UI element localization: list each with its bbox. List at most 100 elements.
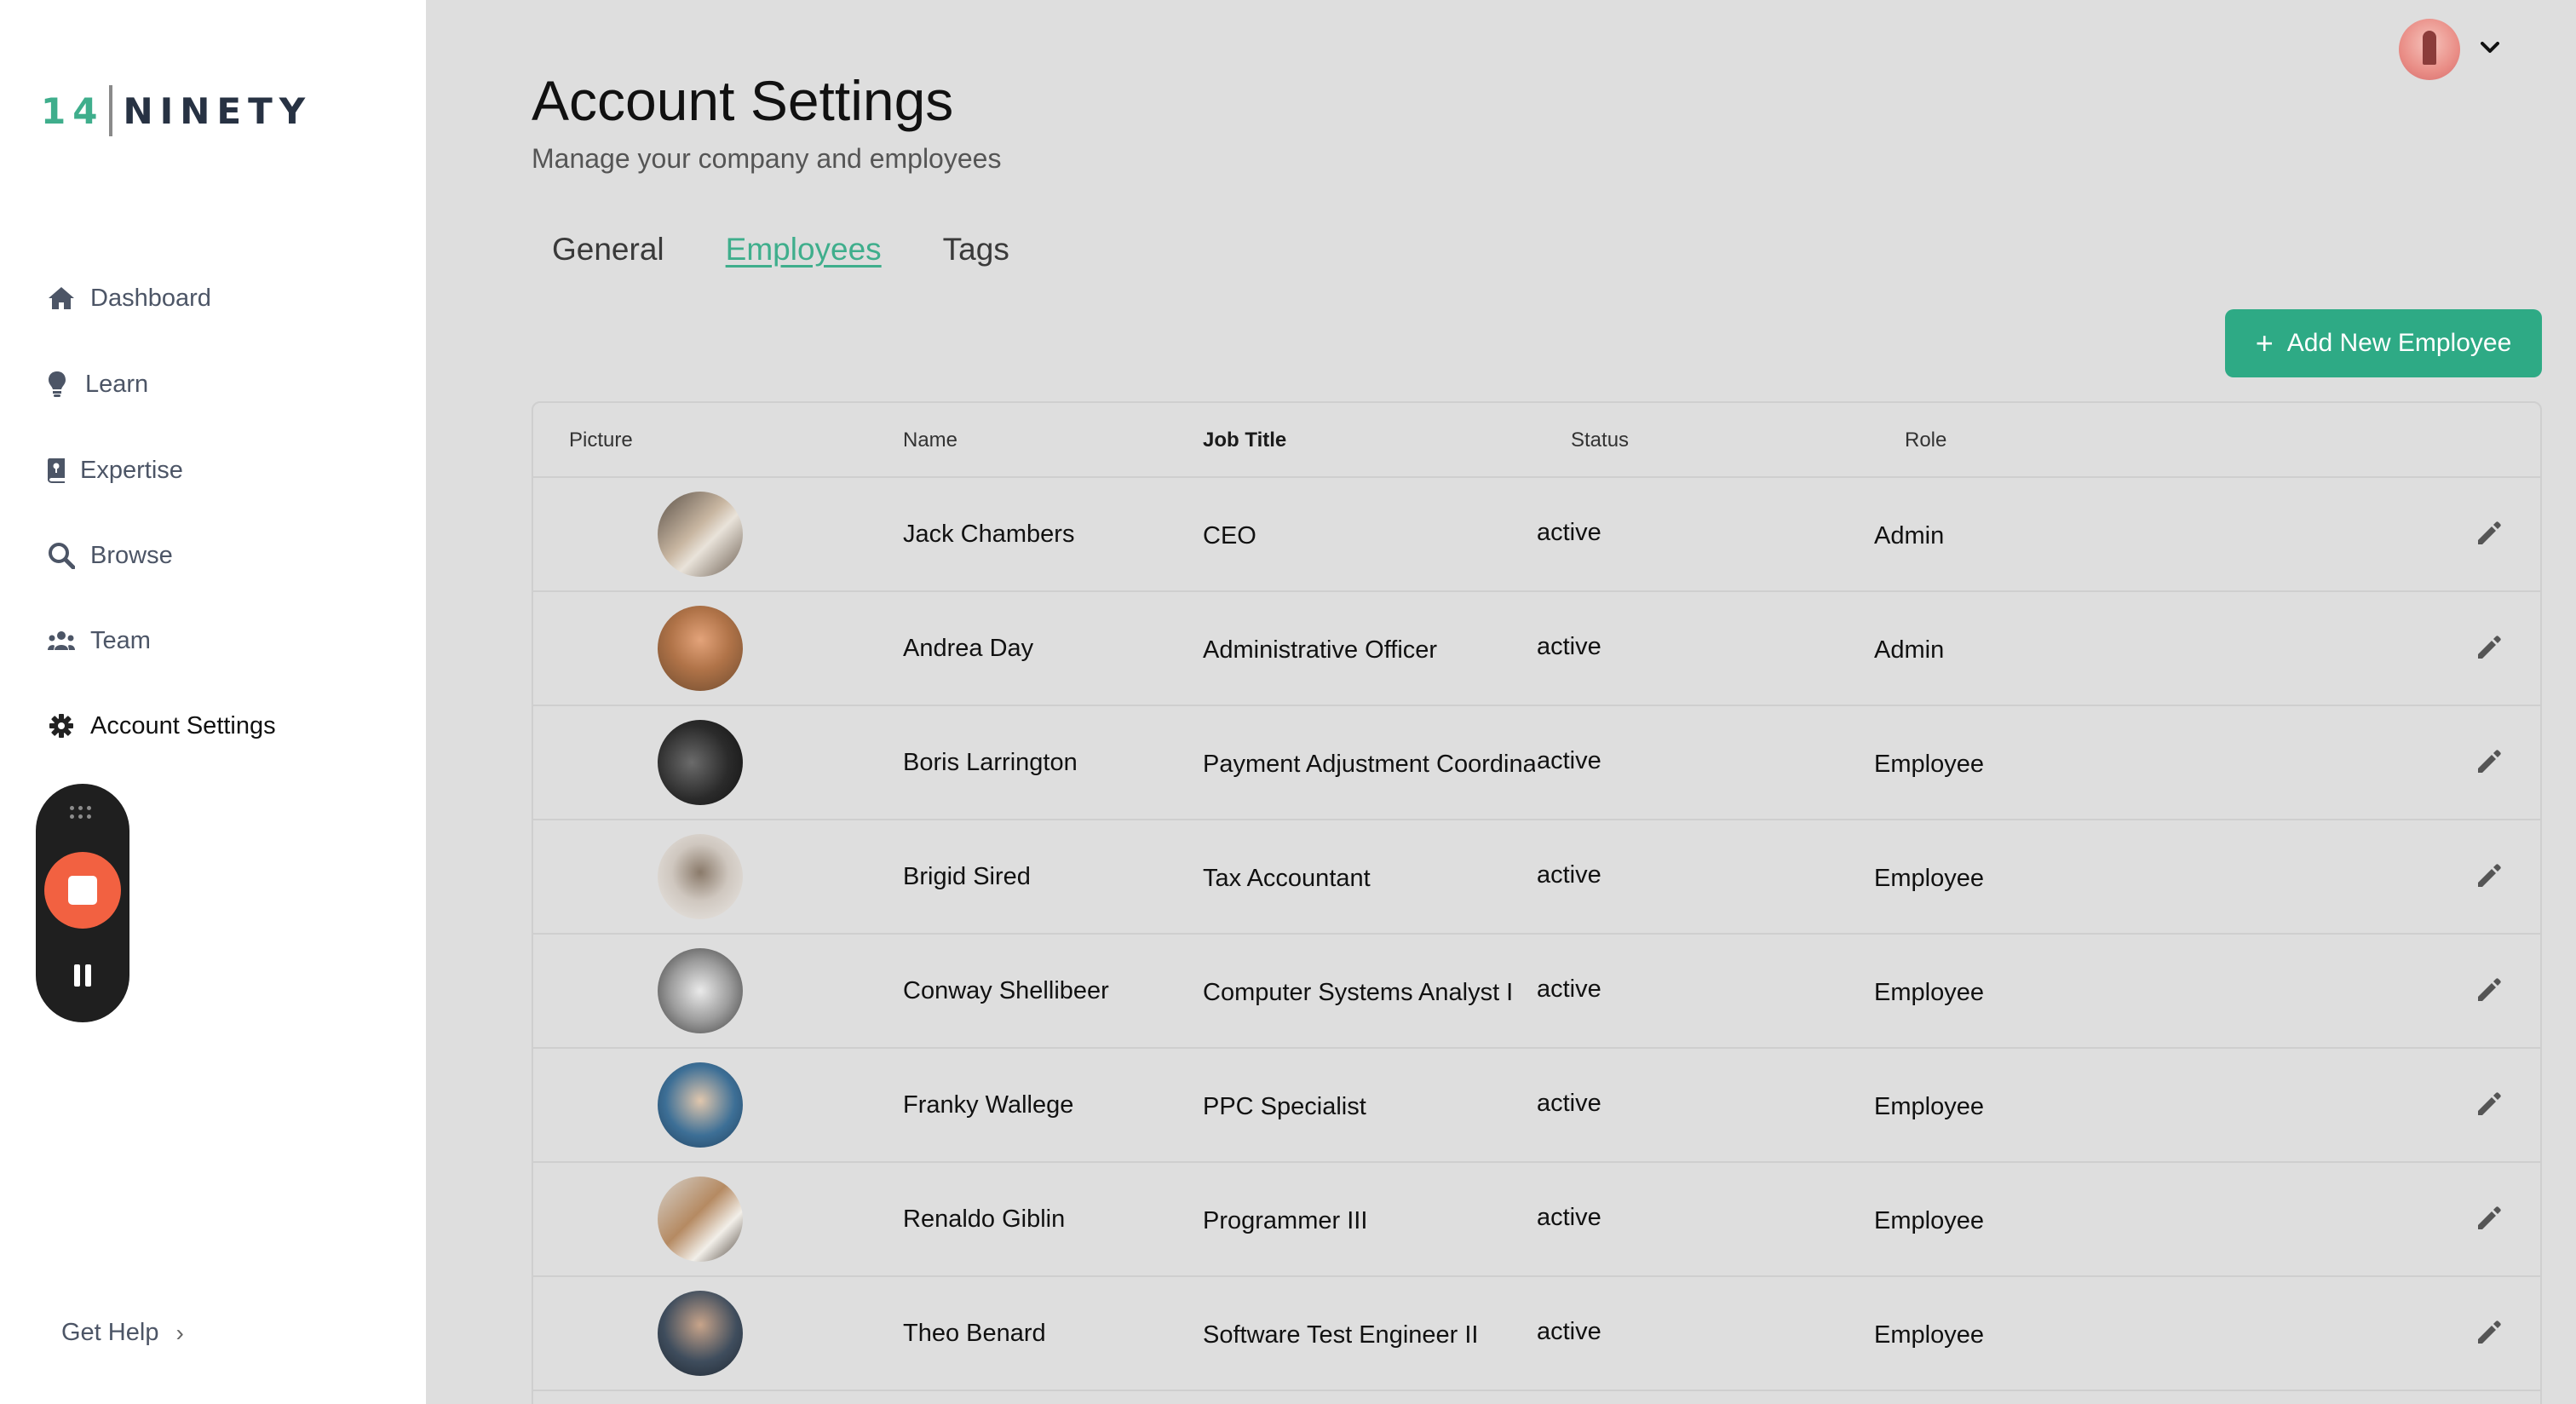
- column-header-picture[interactable]: Picture: [569, 429, 633, 452]
- table-row[interactable]: Renaldo Giblin Programmer III active Employ…: [533, 1163, 2540, 1277]
- sidebar-item-label: Team: [90, 626, 151, 654]
- add-new-employee-label: Add New Employee: [2286, 329, 2512, 357]
- employees-table: Picture Name Job Title Status Role Jack …: [532, 401, 2542, 1404]
- logo-number: 14: [41, 89, 105, 132]
- drag-handle-icon[interactable]: [70, 806, 95, 821]
- table-row[interactable]: Jack Chambers CEO active Admin: [533, 478, 2540, 592]
- column-header-name[interactable]: Name: [903, 429, 957, 452]
- sidebar: 14 NINETY Dashboard Learn Expertise Brow…: [0, 0, 426, 1404]
- column-header-role[interactable]: Role: [1905, 429, 1946, 452]
- employee-name: Franky Wallege: [903, 1091, 1074, 1119]
- employee-status: active: [1537, 975, 1601, 1003]
- edit-icon[interactable]: [2474, 975, 2503, 1004]
- table-row[interactable]: Franky Wallege PPC Specialist active Employ…: [533, 1049, 2540, 1163]
- sidebar-item-browse[interactable]: Browse: [46, 534, 173, 577]
- employee-role: Employee: [1874, 1093, 1984, 1120]
- sidebar-item-label: Expertise: [80, 456, 183, 484]
- stop-icon: [68, 876, 97, 905]
- logo[interactable]: 14 NINETY: [41, 85, 312, 136]
- edit-icon[interactable]: [2474, 633, 2503, 662]
- sidebar-item-team[interactable]: Team: [46, 619, 151, 662]
- employee-job-title: Tax Accountant: [1203, 865, 1371, 892]
- logo-divider: [109, 85, 113, 136]
- sidebar-item-label: Dashboard: [90, 284, 211, 312]
- employee-name: Renaldo Giblin: [903, 1205, 1066, 1233]
- chevron-right-icon: ›: [175, 1319, 184, 1346]
- employee-role: Employee: [1874, 865, 1984, 892]
- search-icon: [46, 540, 77, 571]
- employee-avatar: [658, 948, 743, 1033]
- pause-button[interactable]: [70, 964, 95, 990]
- table-row[interactable]: Andrea Day Administrative Officer active Ad…: [533, 592, 2540, 706]
- recorder-widget: [36, 784, 129, 1022]
- employee-avatar: [658, 606, 743, 691]
- lightbulb-icon: [46, 369, 68, 400]
- pause-icon: [74, 964, 80, 987]
- edit-icon[interactable]: [2474, 747, 2503, 776]
- get-help-label: Get Help: [61, 1319, 159, 1346]
- employee-job-title: Programmer III: [1203, 1207, 1368, 1234]
- plus-icon: +: [2255, 325, 2274, 360]
- edit-icon[interactable]: [2474, 519, 2503, 548]
- employee-role: Employee: [1874, 1321, 1984, 1349]
- settings-tabs: General Employees Tags: [552, 232, 1009, 268]
- tab-employees[interactable]: Employees: [726, 232, 882, 268]
- employee-avatar: [658, 720, 743, 805]
- employee-role: Employee: [1874, 979, 1984, 1006]
- employee-avatar: [658, 1291, 743, 1376]
- table-row[interactable]: Brigid Sired Tax Accountant active Employee: [533, 820, 2540, 935]
- sidebar-item-account-settings[interactable]: Account Settings: [46, 705, 276, 747]
- add-new-employee-button[interactable]: + Add New Employee: [2225, 309, 2542, 377]
- page-subtitle: Manage your company and employees: [532, 143, 1002, 174]
- tab-general[interactable]: General: [552, 232, 664, 268]
- user-menu[interactable]: [2399, 19, 2499, 80]
- employee-name: Conway Shellibeer: [903, 977, 1109, 1004]
- employee-role: Admin: [1874, 522, 1945, 550]
- sidebar-item-dashboard[interactable]: Dashboard: [46, 277, 211, 319]
- table-row[interactable]: Boris Larrington Payment Adjustment Coord…: [533, 706, 2540, 820]
- edit-icon[interactable]: [2474, 1090, 2503, 1119]
- edit-icon[interactable]: [2474, 1318, 2503, 1347]
- users-icon: [46, 625, 77, 656]
- employee-job-title: Payment Adjustment Coordinator: [1203, 751, 1535, 778]
- chevron-down-icon: [2481, 41, 2499, 58]
- employee-role: Employee: [1874, 1207, 1984, 1234]
- employee-name: Theo Benard: [903, 1320, 1046, 1347]
- sidebar-item-label: Learn: [85, 370, 149, 398]
- employee-job-title: Software Test Engineer II: [1203, 1321, 1479, 1349]
- employee-job-title: CEO: [1203, 522, 1256, 550]
- book-icon: [46, 455, 68, 486]
- gear-icon: [46, 711, 77, 741]
- employee-role: Employee: [1874, 751, 1984, 778]
- edit-icon[interactable]: [2474, 861, 2503, 890]
- logo-word: NINETY: [123, 89, 313, 132]
- employee-job-title: Computer Systems Analyst I: [1203, 979, 1514, 1006]
- table-row[interactable]: Conway Shellibeer Computer Systems Analys…: [533, 935, 2540, 1049]
- employee-name: Jack Chambers: [903, 521, 1075, 548]
- user-avatar: [2399, 19, 2460, 80]
- get-help-link[interactable]: Get Help ›: [61, 1319, 184, 1347]
- column-header-job-title[interactable]: Job Title: [1203, 429, 1286, 452]
- employee-status: active: [1537, 1318, 1601, 1345]
- tab-tags[interactable]: Tags: [943, 232, 1009, 268]
- employee-status: active: [1537, 747, 1601, 774]
- sidebar-item-learn[interactable]: Learn: [46, 363, 148, 406]
- employee-status: active: [1537, 1204, 1601, 1231]
- employee-avatar: [658, 1177, 743, 1262]
- employee-avatar: [658, 1062, 743, 1148]
- page-title: Account Settings: [532, 69, 954, 132]
- sidebar-item-expertise[interactable]: Expertise: [46, 449, 183, 492]
- home-icon: [46, 283, 77, 314]
- employee-job-title: PPC Specialist: [1203, 1093, 1366, 1120]
- employee-status: active: [1537, 519, 1601, 546]
- employee-job-title: Administrative Officer: [1203, 636, 1438, 664]
- employee-name: Andrea Day: [903, 635, 1034, 662]
- edit-icon[interactable]: [2474, 1204, 2503, 1233]
- employee-name: Brigid Sired: [903, 863, 1031, 890]
- employee-avatar: [658, 834, 743, 919]
- column-header-status[interactable]: Status: [1571, 429, 1629, 452]
- employee-avatar: [658, 492, 743, 577]
- table-row[interactable]: Theo Benard Software Test Engineer II acti…: [533, 1277, 2540, 1391]
- stop-recording-button[interactable]: [44, 852, 121, 929]
- pause-icon-bar: [85, 964, 91, 987]
